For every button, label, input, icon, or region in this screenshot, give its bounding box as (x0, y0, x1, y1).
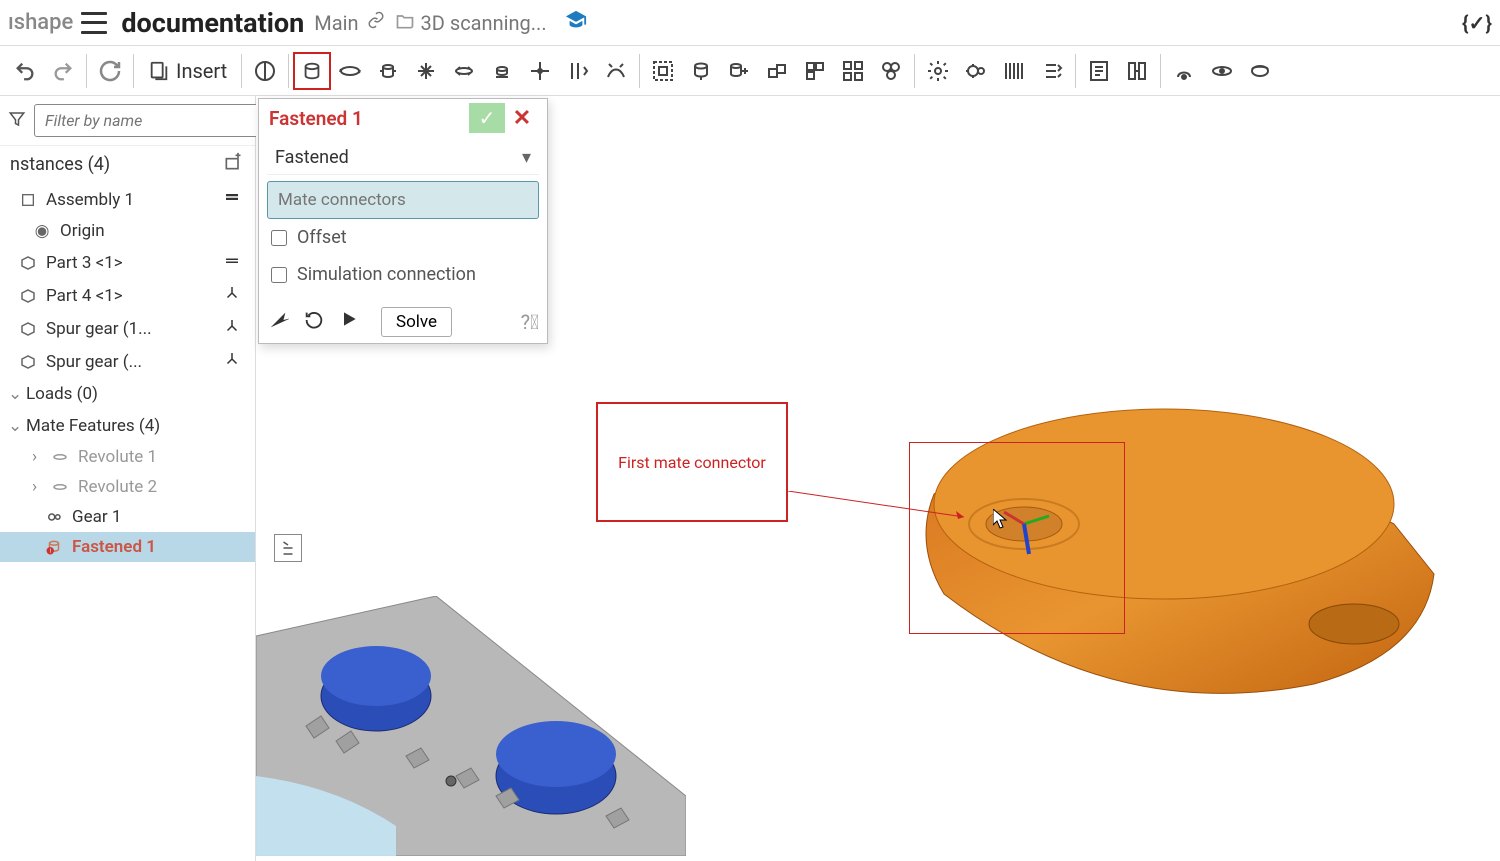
slider-mate-icon[interactable] (369, 52, 407, 90)
mate-triad-icon[interactable] (223, 317, 245, 340)
tree-part4[interactable]: Part 4 <1> (0, 279, 255, 312)
assembly-icon (18, 192, 38, 208)
display-state-icon[interactable] (1203, 52, 1241, 90)
instances-header: nstances (4) (10, 154, 110, 175)
accept-button[interactable]: ✓ (469, 103, 505, 133)
filter-funnel-icon[interactable] (8, 110, 26, 132)
tangent-mate-icon[interactable] (597, 52, 635, 90)
filter-input[interactable] (34, 104, 259, 137)
animate-icon[interactable] (339, 309, 365, 335)
offset-checkbox[interactable]: Offset (267, 219, 539, 256)
simulation-checkbox[interactable]: Simulation connection (267, 256, 539, 293)
fastened-error-icon: ! (44, 538, 64, 556)
named-position-icon[interactable] (1165, 52, 1203, 90)
relation-icon[interactable] (720, 52, 758, 90)
group-icon[interactable] (644, 52, 682, 90)
mate-triad-icon[interactable] (223, 350, 245, 373)
insert-button[interactable]: Insert (138, 52, 237, 90)
flip-secondary-icon[interactable] (303, 309, 329, 335)
part-icon (18, 353, 38, 371)
exploded-view-icon[interactable] (1118, 52, 1156, 90)
tree-assembly[interactable]: Assembly 1 (0, 183, 255, 216)
loads-section[interactable]: ⌄ Loads (0) (0, 378, 255, 410)
document-title[interactable]: documentation (121, 7, 304, 39)
origin-icon: ◉ (32, 221, 52, 241)
mate-features-section[interactable]: ⌄ Mate Features (4) (0, 410, 255, 442)
gear-icon (44, 508, 64, 526)
mate-triad-icon[interactable] (223, 284, 245, 307)
dialog-title: Fastened 1 (269, 107, 469, 130)
tree-origin[interactable]: ◉ Origin (0, 216, 255, 246)
mate-type-dropdown[interactable]: Fastened ▾ (267, 141, 539, 175)
learn-icon[interactable] (565, 9, 587, 36)
planar-mate-icon[interactable] (407, 52, 445, 90)
fix-icon[interactable] (223, 188, 245, 211)
annotation-callout: First mate connector (596, 402, 788, 522)
part-icon (18, 320, 38, 338)
mate-connector-icon[interactable] (682, 52, 720, 90)
snap-mode-icon[interactable] (758, 52, 796, 90)
branch-label[interactable]: Main (314, 11, 358, 35)
rack-pinion-icon[interactable] (995, 52, 1033, 90)
part-gears-assembly (256, 596, 686, 856)
revolute-icon (50, 448, 70, 466)
mate-connectors-input[interactable] (267, 181, 539, 219)
pin-slot-mate-icon[interactable] (483, 52, 521, 90)
chevron-down-icon: ▾ (522, 147, 531, 168)
section-view-icon[interactable] (246, 52, 284, 90)
revolute-mate-icon[interactable] (331, 52, 369, 90)
part-icon (18, 287, 38, 305)
tree-fastened1[interactable]: ! Fastened 1 (0, 532, 255, 562)
flip-primary-icon[interactable] (267, 309, 293, 335)
cancel-button[interactable]: ✕ (507, 103, 537, 133)
tree-revolute1[interactable]: › Revolute 1 (0, 442, 255, 472)
fastened-mate-icon[interactable] (293, 52, 331, 90)
menu-icon[interactable] (81, 12, 107, 34)
link-icon[interactable] (367, 11, 385, 34)
cylindrical-mate-icon[interactable] (445, 52, 483, 90)
assembly-toolbar: Insert (0, 46, 1500, 96)
json-icon[interactable]: {✓} (1462, 11, 1492, 35)
callout-label: First mate connector (618, 453, 766, 472)
parallel-mate-icon[interactable] (559, 52, 597, 90)
insert-label: Insert (176, 59, 227, 83)
pattern-icon[interactable] (834, 52, 872, 90)
revolute-icon (50, 478, 70, 496)
gear-relation-icon[interactable] (957, 52, 995, 90)
app-header: ıshape documentation Main 3D scanning...… (0, 0, 1500, 46)
measure-icon[interactable] (1241, 52, 1279, 90)
panel-toggle-icon[interactable] (274, 534, 302, 562)
undo-button[interactable] (6, 52, 44, 90)
standard-content-icon[interactable] (872, 52, 910, 90)
add-instance-icon[interactable] (223, 152, 245, 177)
help-icon[interactable]: ?⃝ (521, 310, 539, 334)
ball-mate-icon[interactable] (521, 52, 559, 90)
folder-icon (395, 11, 415, 35)
screw-relation-icon[interactable] (1033, 52, 1071, 90)
app-logo: ıshape (8, 10, 73, 35)
chevron-down-icon: ⌄ (8, 416, 22, 436)
fix-icon[interactable] (223, 251, 245, 274)
mate-dialog: Fastened 1 ✓ ✕ Fastened ▾ Offset Simulat… (258, 98, 548, 344)
annotation-highlight (909, 442, 1125, 634)
redo-button[interactable] (44, 52, 82, 90)
gear-settings-icon[interactable] (919, 52, 957, 90)
replicate-icon[interactable] (796, 52, 834, 90)
tree-spur2[interactable]: Spur gear (... (0, 345, 255, 378)
tree-spur1[interactable]: Spur gear (1... (0, 312, 255, 345)
tree-revolute2[interactable]: › Revolute 2 (0, 472, 255, 502)
feature-tree-panel: nstances (4) Assembly 1 ◉ Origin Part 3 … (0, 96, 256, 861)
bom-icon[interactable] (1080, 52, 1118, 90)
chevron-right-icon: › (32, 477, 46, 497)
breadcrumb-folder[interactable]: 3D scanning... (421, 11, 547, 35)
tree-gear1[interactable]: Gear 1 (0, 502, 255, 532)
solve-button[interactable]: Solve (381, 307, 452, 337)
chevron-right-icon: › (32, 447, 46, 467)
refresh-icon[interactable] (91, 52, 129, 90)
part-icon (18, 254, 38, 272)
chevron-down-icon: ⌄ (8, 384, 22, 404)
tree-part3[interactable]: Part 3 <1> (0, 246, 255, 279)
